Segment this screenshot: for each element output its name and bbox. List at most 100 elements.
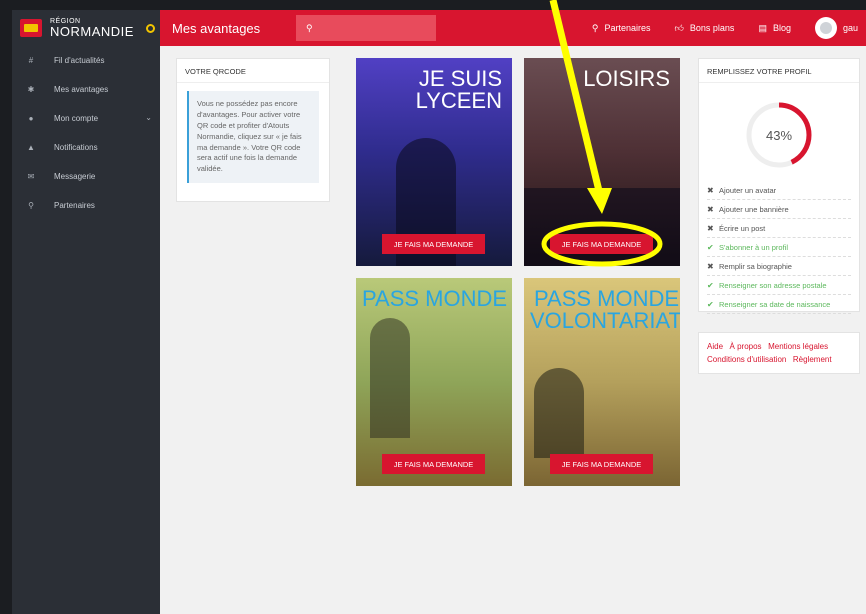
normandie-flag-icon bbox=[20, 19, 42, 37]
sidebar-item-label: Mon compte bbox=[54, 114, 99, 123]
sidebar-item-label: Messagerie bbox=[54, 172, 96, 181]
sidebar-nav: # Fil d'actualités ✱ Mes avantages ● Mon… bbox=[12, 46, 160, 220]
thumbs-up-icon: 👍︎ bbox=[674, 22, 684, 33]
tile-title: LOISIRS bbox=[583, 68, 670, 90]
brand-text: RÉGION NORMANDIE bbox=[50, 18, 134, 38]
qrcode-card: VOTRE QRCODE Vous ne possédez pas encore… bbox=[176, 58, 330, 202]
qrcode-message: Vous ne possédez pas encore d'avantages.… bbox=[187, 91, 319, 184]
page-title: Mes avantages bbox=[172, 20, 261, 36]
search-input[interactable]: ⚲ bbox=[296, 15, 436, 41]
map-pin-icon: ⚲ bbox=[591, 22, 599, 33]
tile-request-button[interactable]: JE FAIS MA DEMANDE bbox=[382, 454, 485, 474]
reglement-link[interactable]: Règlement bbox=[793, 355, 832, 364]
bons-plans-label: Bons plans bbox=[689, 23, 735, 33]
profile-task-item[interactable]: ✔ S'abonner à un profil bbox=[707, 238, 851, 257]
progress-percent: 43% bbox=[765, 127, 793, 143]
sidebar-item-mon-compte[interactable]: ● Mon compte ⌄ bbox=[12, 104, 160, 133]
gift-icon: ✱ bbox=[27, 85, 35, 94]
user-icon: ● bbox=[28, 114, 34, 123]
cross-icon: ✖ bbox=[707, 204, 714, 214]
sidebar-item-messagerie[interactable]: ✉ Messagerie bbox=[12, 162, 160, 191]
person-image bbox=[534, 368, 584, 458]
blog-label: Blog bbox=[772, 23, 791, 33]
main-content: VOTRE QRCODE Vous ne possédez pas encore… bbox=[160, 46, 866, 614]
check-icon: ✔ bbox=[707, 280, 714, 290]
tile-title-line1: PASS MONDE bbox=[362, 286, 508, 311]
check-icon: ✔ bbox=[707, 299, 714, 309]
envelope-icon: ✉ bbox=[27, 172, 35, 181]
profile-task-label: Écrire un post bbox=[719, 223, 766, 233]
mentions-legales-link[interactable]: Mentions légales bbox=[768, 342, 828, 351]
qrcode-title: VOTRE QRCODE bbox=[177, 59, 329, 83]
user-menu[interactable]: gau bbox=[814, 17, 858, 39]
profile-task-label: S'abonner à un profil bbox=[719, 242, 788, 252]
tile-request-button[interactable]: JE FAIS MA DEMANDE bbox=[382, 234, 485, 254]
top-links: ⚲ Partenaires 👍︎ Bons plans ▤ Blog gau bbox=[592, 10, 858, 46]
sidebar-item-mes-avantages[interactable]: ✱ Mes avantages bbox=[12, 75, 160, 104]
profile-task-list: ✖ Ajouter un avatar ✖ Ajouter une bannière ✖… bbox=[699, 181, 859, 314]
bell-icon: ▲ bbox=[27, 143, 35, 152]
chevron-down-icon: ⌄ bbox=[145, 113, 152, 122]
cross-icon: ✖ bbox=[707, 261, 714, 271]
profile-title: REMPLISSEZ VOTRE PROFIL bbox=[699, 59, 859, 83]
person-image bbox=[370, 318, 410, 438]
tile-title-line1: LOISIRS bbox=[583, 66, 670, 91]
partenaires-link[interactable]: ⚲ Partenaires bbox=[592, 23, 651, 34]
a-propos-link[interactable]: À propos bbox=[730, 342, 762, 351]
tile-pass-monde[interactable]: PASS MONDE JE FAIS MA DEMANDE bbox=[356, 278, 512, 486]
profile-task-item[interactable]: ✖ Écrire un post bbox=[707, 219, 851, 238]
sidebar-item-label: Partenaires bbox=[54, 201, 95, 210]
partenaires-label: Partenaires bbox=[604, 23, 651, 33]
tile-pass-monde-volontariat[interactable]: PASS MONDE VOLONTARIAT JE FAIS MA DEMAND… bbox=[524, 278, 680, 486]
profile-task-label: Ajouter un avatar bbox=[719, 185, 777, 195]
username: gau bbox=[842, 23, 858, 33]
sidebar-item-fil-actualites[interactable]: # Fil d'actualités bbox=[12, 46, 160, 75]
profile-task-label: Renseigner sa date de naissance bbox=[719, 299, 831, 309]
sidebar-item-label: Mes avantages bbox=[54, 85, 109, 94]
brand-logo[interactable]: RÉGION NORMANDIE bbox=[12, 10, 160, 46]
avatar bbox=[814, 17, 837, 39]
newspaper-icon: ▤ bbox=[758, 22, 767, 33]
tile-lyceen[interactable]: JE SUIS LYCEEN JE FAIS MA DEMANDE bbox=[356, 58, 512, 266]
tile-title: JE SUIS LYCEEN bbox=[416, 68, 502, 112]
tile-title: PASS MONDE bbox=[362, 288, 507, 310]
profile-task-label: Remplir sa biographie bbox=[719, 261, 792, 271]
sidebar-item-partenaires[interactable]: ⚲ Partenaires bbox=[12, 191, 160, 220]
sidebar: RÉGION NORMANDIE # Fil d'actualités ✱ Me… bbox=[12, 10, 160, 614]
hash-icon: # bbox=[28, 56, 34, 65]
profile-task-item[interactable]: ✖ Ajouter un avatar bbox=[707, 181, 851, 200]
tile-request-button[interactable]: JE FAIS MA DEMANDE bbox=[550, 234, 653, 254]
aide-link[interactable]: Aide bbox=[707, 342, 723, 351]
sidebar-item-notifications[interactable]: ▲ Notifications bbox=[12, 133, 160, 162]
tile-title: PASS MONDE VOLONTARIAT bbox=[530, 288, 680, 332]
blog-link[interactable]: ▤ Blog bbox=[758, 23, 791, 34]
crowd-image bbox=[524, 188, 680, 266]
tile-title-line1: JE SUIS bbox=[418, 66, 502, 91]
profile-task-label: Ajouter une bannière bbox=[719, 204, 789, 214]
tile-title-line1: PASS MONDE bbox=[534, 286, 680, 311]
target-icon[interactable] bbox=[145, 23, 155, 33]
progress-ring: 43% bbox=[745, 101, 813, 169]
profile-task-item[interactable]: ✔ Renseigner sa date de naissance bbox=[707, 295, 851, 314]
sidebar-item-label: Notifications bbox=[54, 143, 98, 152]
bons-plans-link[interactable]: 👍︎ Bons plans bbox=[675, 23, 735, 34]
topbar: Mes avantages ⚲ ⚲ Partenaires 👍︎ Bons pl… bbox=[160, 10, 866, 46]
check-icon: ✔ bbox=[707, 242, 714, 252]
tile-title-line2: LYCEEN bbox=[415, 88, 502, 113]
profile-task-item[interactable]: ✔ Renseigner son adresse postale bbox=[707, 276, 851, 295]
brand-big: NORMANDIE bbox=[50, 24, 134, 39]
profile-completion-card: REMPLISSEZ VOTRE PROFIL 43% ✖ Ajouter un … bbox=[698, 58, 860, 314]
tile-title-line2: VOLONTARIAT bbox=[530, 308, 680, 333]
tile-loisirs[interactable]: LOISIRS JE FAIS MA DEMANDE bbox=[524, 58, 680, 266]
cross-icon: ✖ bbox=[707, 223, 714, 233]
profile-task-item[interactable]: ✖ Ajouter une bannière bbox=[707, 200, 851, 219]
sidebar-item-label: Fil d'actualités bbox=[54, 56, 105, 65]
conditions-utilisation-link[interactable]: Conditions d'utilisation bbox=[707, 355, 786, 364]
map-pin-icon: ⚲ bbox=[28, 201, 34, 210]
tile-request-button[interactable]: JE FAIS MA DEMANDE bbox=[550, 454, 653, 474]
footer-links-card: Aide À propos Mentions légales Condition… bbox=[698, 332, 860, 374]
profile-task-item[interactable]: ✖ Remplir sa biographie bbox=[707, 257, 851, 276]
footer-links: Aide À propos Mentions légales Condition… bbox=[707, 341, 851, 367]
profile-task-label: Renseigner son adresse postale bbox=[719, 280, 827, 290]
cross-icon: ✖ bbox=[707, 185, 714, 195]
